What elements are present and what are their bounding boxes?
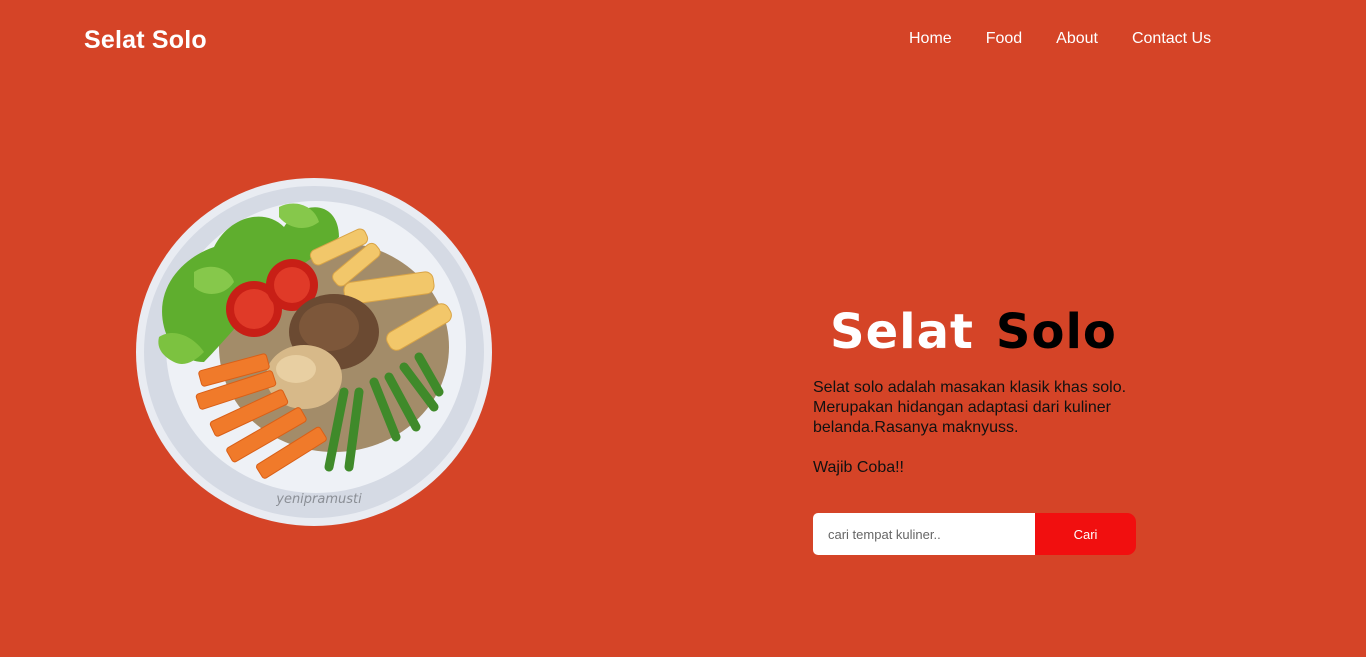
nav-link-home[interactable]: Home bbox=[909, 30, 952, 48]
main-nav: Home Food About Contact Us bbox=[909, 30, 1211, 48]
nav-link-about[interactable]: About bbox=[1056, 30, 1098, 48]
nav-link-food[interactable]: Food bbox=[986, 30, 1022, 48]
hero-description: Selat solo adalah masakan klasik khas so… bbox=[813, 379, 1127, 436]
page: Selat Solo Home Food About Contact Us ye… bbox=[0, 0, 1366, 657]
dish-image: yenipramusti bbox=[134, 177, 494, 527]
hero-call-to-action: Wajib Coba!! bbox=[813, 459, 904, 476]
search-form: Cari bbox=[813, 513, 1136, 555]
search-button[interactable]: Cari bbox=[1035, 513, 1136, 555]
selat-solo-plate-illustration: yenipramusti bbox=[136, 178, 492, 526]
image-watermark: yenipramusti bbox=[275, 492, 362, 507]
hero-title-word-1: Selat bbox=[830, 304, 974, 360]
hero-title: Selat Solo bbox=[830, 302, 1117, 362]
hero-title-word-2: Solo bbox=[995, 304, 1117, 360]
brand-logo[interactable]: Selat Solo bbox=[84, 26, 207, 55]
search-input[interactable] bbox=[813, 513, 1035, 555]
nav-link-contact-us[interactable]: Contact Us bbox=[1132, 30, 1211, 48]
